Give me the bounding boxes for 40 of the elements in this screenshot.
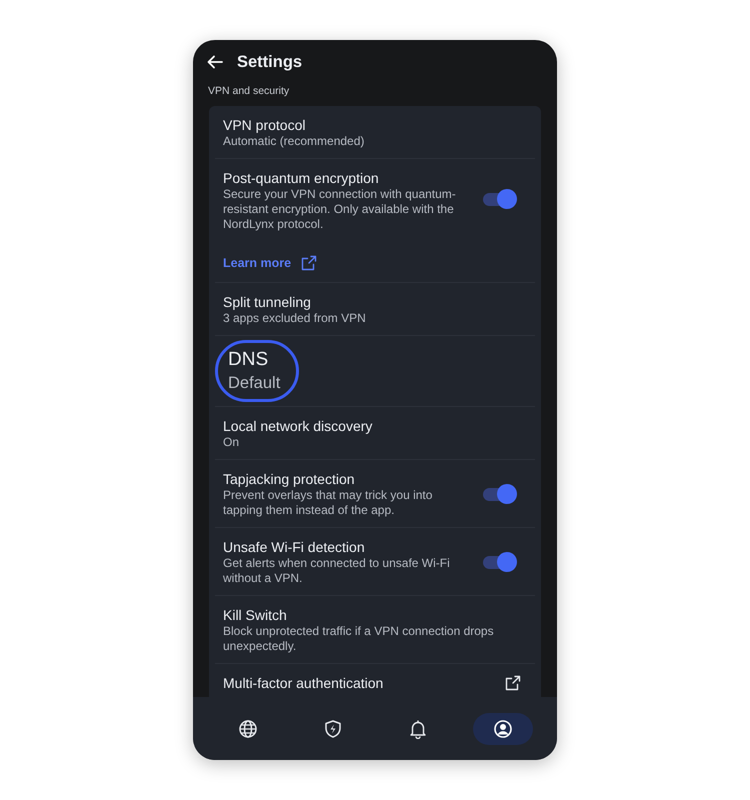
- row-title: Split tunneling: [223, 292, 312, 310]
- back-arrow-icon[interactable]: [207, 55, 223, 69]
- learn-more-link[interactable]: Learn more: [223, 254, 292, 272]
- toggle-switch[interactable]: [483, 552, 517, 572]
- shield-bolt-icon: [322, 718, 342, 738]
- section-label: VPN and security: [207, 84, 290, 99]
- row-subtitle: Block unprotected traffic if a VPN connection drops unexpectedly.: [223, 624, 495, 654]
- row-title: Tapjacking protection: [223, 470, 356, 488]
- settings-row[interactable]: Multi-factor authentication: [215, 664, 535, 697]
- screen-title: Settings: [237, 52, 302, 73]
- row-subtitle: Get alerts when connected to unsafe Wi-Fi without a VPN.: [223, 556, 451, 586]
- nav-tab[interactable]: [472, 712, 532, 744]
- row-title: DNS: [228, 348, 270, 372]
- settings-row[interactable]: Split tunneling 3 apps excluded from VPN: [215, 282, 535, 336]
- external-link-icon: [505, 674, 521, 690]
- row-title: Local network discovery: [223, 416, 374, 434]
- row-title: Unsafe Wi-Fi detection: [223, 538, 366, 556]
- external-link-icon: [301, 255, 318, 272]
- row-title: Kill Switch: [223, 606, 288, 624]
- settings-row[interactable]: Post-quantum encryption Secure your VPN connection with quantum-resistant encryption. Only available with the NordLynx protocol. Learn more: [215, 158, 535, 282]
- row-title: VPN protocol: [223, 116, 306, 134]
- globe-icon: [238, 718, 258, 738]
- row-title: Multi-factor authentication: [223, 674, 384, 692]
- row-subtitle: Prevent overlays that may trick you into tapping them instead of the app.: [223, 488, 434, 518]
- settings-row[interactable]: Tapjacking protection Prevent overlays that may trick you into tapping them instead of the app.: [215, 460, 535, 528]
- settings-row[interactable]: DNS Default: [215, 336, 535, 406]
- profile-icon: [492, 718, 512, 738]
- settings-row[interactable]: Unsafe Wi-Fi detection Get alerts when connected to unsafe Wi-Fi without a VPN.: [215, 528, 535, 596]
- notification-bell-icon: [408, 718, 428, 738]
- toggle-switch[interactable]: [483, 188, 517, 209]
- row-subtitle: Secure your VPN connection with quantum-resistant encryption. Only available with the NordLynx protocol.: [223, 186, 457, 232]
- settings-row[interactable]: VPN protocol Automatic (recommended): [215, 106, 535, 159]
- row-subtitle: On: [223, 434, 240, 450]
- row-title: Post-quantum encryption: [223, 168, 380, 187]
- settings-row[interactable]: Local network discovery On: [215, 406, 535, 460]
- row-subtitle: Automatic (recommended): [223, 134, 366, 149]
- row-subtitle: Default: [228, 372, 280, 394]
- toggle-switch[interactable]: [483, 484, 517, 504]
- settings-row[interactable]: Kill Switch Block unprotected traffic if a VPN connection drops unexpectedly.: [215, 596, 535, 664]
- row-subtitle: 3 apps excluded from VPN: [223, 310, 367, 326]
